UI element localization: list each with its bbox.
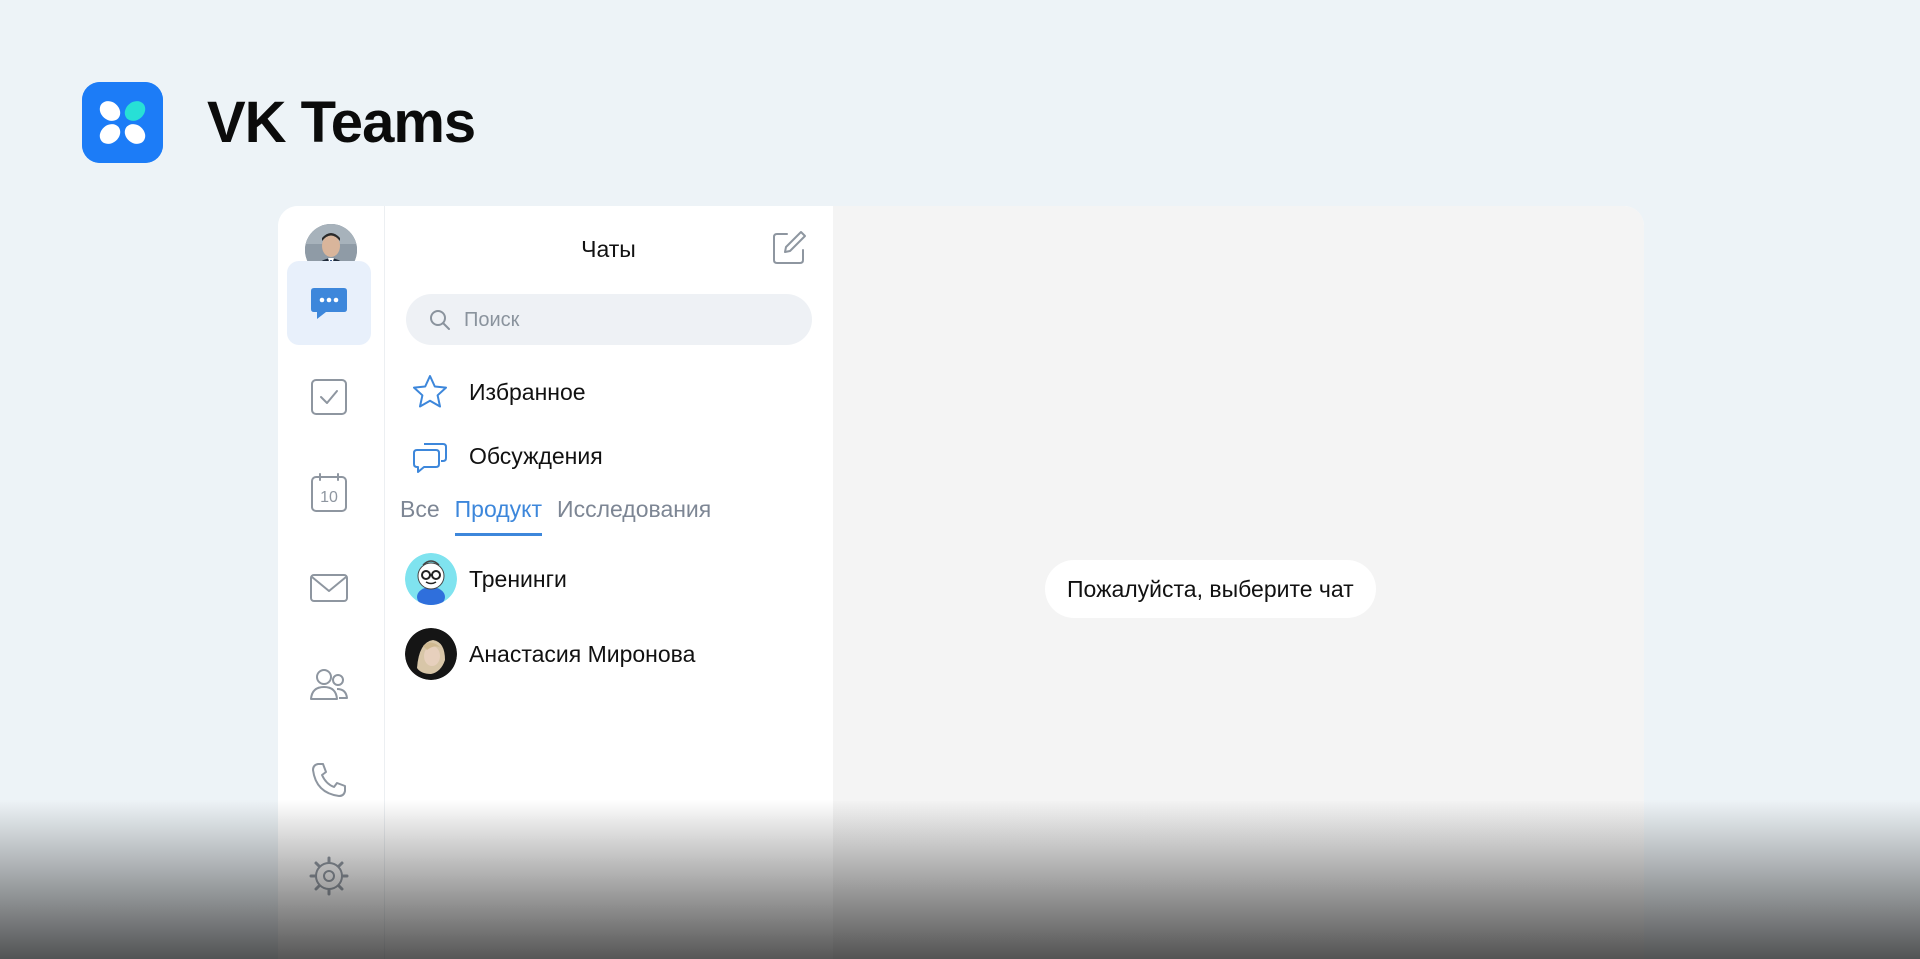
page: VK Teams 10 Чаты Поиск Избранное Обсужде… [0, 0, 1920, 959]
chat-avatar-trainings [405, 553, 457, 605]
rail-calls-button[interactable] [287, 738, 371, 822]
rail-tasks-button[interactable] [287, 355, 371, 439]
mail-icon [310, 574, 348, 602]
vk-teams-logo-icon [82, 82, 163, 163]
chat-item-anastasia[interactable]: Анастасия Миронова [405, 626, 815, 682]
chat-name-trainings: Тренинги [469, 565, 567, 592]
compose-button[interactable] [767, 226, 811, 270]
chats-title: Чаты [581, 236, 636, 262]
calendar-icon: 10 [311, 473, 347, 512]
tab-research[interactable]: Исследования [557, 496, 711, 536]
star-icon [413, 375, 447, 408]
empty-state-message: Пожалуйста, выберите чат [1045, 560, 1376, 618]
chat-name-anastasia: Анастасия Миронова [469, 640, 696, 667]
search-input[interactable] [462, 294, 796, 347]
folder-favorites-label: Избранное [469, 378, 586, 405]
navigation-rail: 10 [278, 206, 385, 959]
settings-icon [309, 856, 349, 896]
chat-item-trainings[interactable]: Тренинги [405, 551, 815, 607]
chat-list-panel: Чаты Избранное [385, 206, 832, 959]
rail-calendar-button[interactable]: 10 [287, 451, 371, 535]
chat-avatar-anastasia [405, 628, 457, 680]
chat-view-area: Пожалуйста, выберите чат [833, 206, 1644, 959]
search-icon [430, 310, 450, 330]
tab-product[interactable]: Продукт [454, 496, 543, 536]
rail-chats-button[interactable] [287, 261, 371, 345]
rail-settings-button[interactable] [287, 834, 371, 918]
rail-contacts-button[interactable] [287, 642, 371, 726]
tab-all[interactable]: Все [400, 496, 440, 536]
rail-mail-button[interactable] [287, 546, 371, 630]
folder-favorites[interactable]: Избранное [406, 369, 812, 415]
task-checkbox-icon [311, 379, 347, 415]
search-field[interactable] [406, 294, 812, 347]
contacts-icon [310, 669, 348, 700]
compose-icon [773, 231, 806, 264]
chat-filter-tabs: Все Продукт Исследования [400, 496, 711, 536]
app-window: 10 Чаты Поиск Избранное Обсуждения Все П… [278, 206, 1644, 959]
brand-name: VK Teams [207, 90, 476, 155]
phone-icon [312, 763, 346, 797]
folder-discussions-label: Обсуждения [469, 442, 603, 469]
calendar-day-label: 10 [320, 489, 338, 506]
chat-bubble-icon [311, 288, 347, 319]
discussions-icon [413, 443, 447, 473]
folder-discussions[interactable]: Обсуждения [406, 433, 812, 479]
